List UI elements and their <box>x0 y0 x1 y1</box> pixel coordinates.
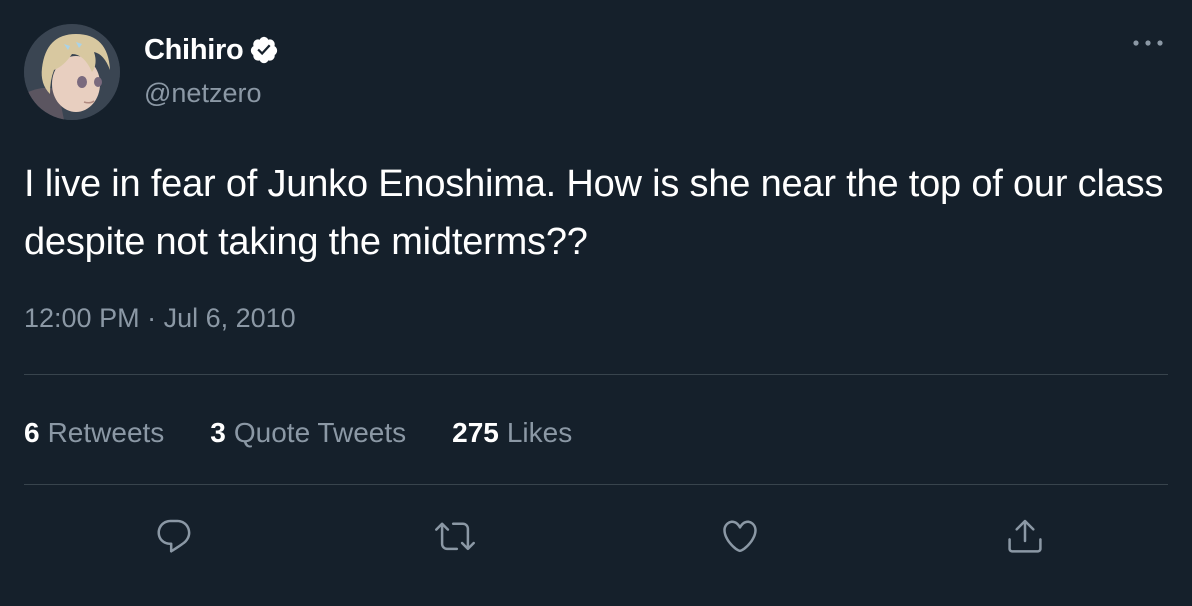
retweets-count: 6 <box>24 417 40 448</box>
likes-stat[interactable]: 275 Likes <box>452 417 572 449</box>
tweet-timestamp[interactable]: 12:00 PM · Jul 6, 2010 <box>24 303 296 334</box>
like-icon <box>723 520 757 553</box>
retweets-stat[interactable]: 6 Retweets <box>24 417 164 449</box>
tweet-date[interactable]: Jul 6, 2010 <box>164 303 296 334</box>
retweet-button[interactable] <box>425 506 485 566</box>
avatar-image <box>24 24 120 120</box>
share-icon <box>1008 519 1042 553</box>
timestamp-separator: · <box>139 303 164 333</box>
like-button[interactable] <box>710 506 770 566</box>
quote-tweets-count: 3 <box>210 417 226 448</box>
user-handle[interactable]: @netzero <box>144 78 261 109</box>
more-options-icon[interactable] <box>1128 30 1168 60</box>
reply-icon <box>157 519 191 553</box>
quote-tweets-stat[interactable]: 3 Quote Tweets <box>210 417 406 449</box>
engagement-stats: 6 Retweets 3 Quote Tweets 275 Likes <box>24 414 618 452</box>
likes-label: Likes <box>506 417 573 448</box>
likes-count: 275 <box>452 417 499 448</box>
tweet-text: I live in fear of Junko Enoshima. How is… <box>24 163 1164 263</box>
display-name-row[interactable]: Chihiro <box>144 30 279 70</box>
divider <box>24 484 1168 485</box>
avatar[interactable] <box>24 24 120 120</box>
reply-button[interactable] <box>144 506 204 566</box>
retweets-label: Retweets <box>47 417 165 448</box>
action-bar <box>0 506 1192 566</box>
share-button[interactable] <box>995 506 1055 566</box>
verified-badge-icon <box>249 35 279 65</box>
display-name[interactable]: Chihiro <box>144 34 244 67</box>
retweet-icon <box>435 522 475 551</box>
quote-tweets-label: Quote Tweets <box>233 417 407 448</box>
tweet-card: Chihiro @netzero I live in fear of Junko… <box>0 0 1192 606</box>
tweet-time[interactable]: 12:00 PM <box>24 303 140 334</box>
divider <box>24 374 1168 375</box>
